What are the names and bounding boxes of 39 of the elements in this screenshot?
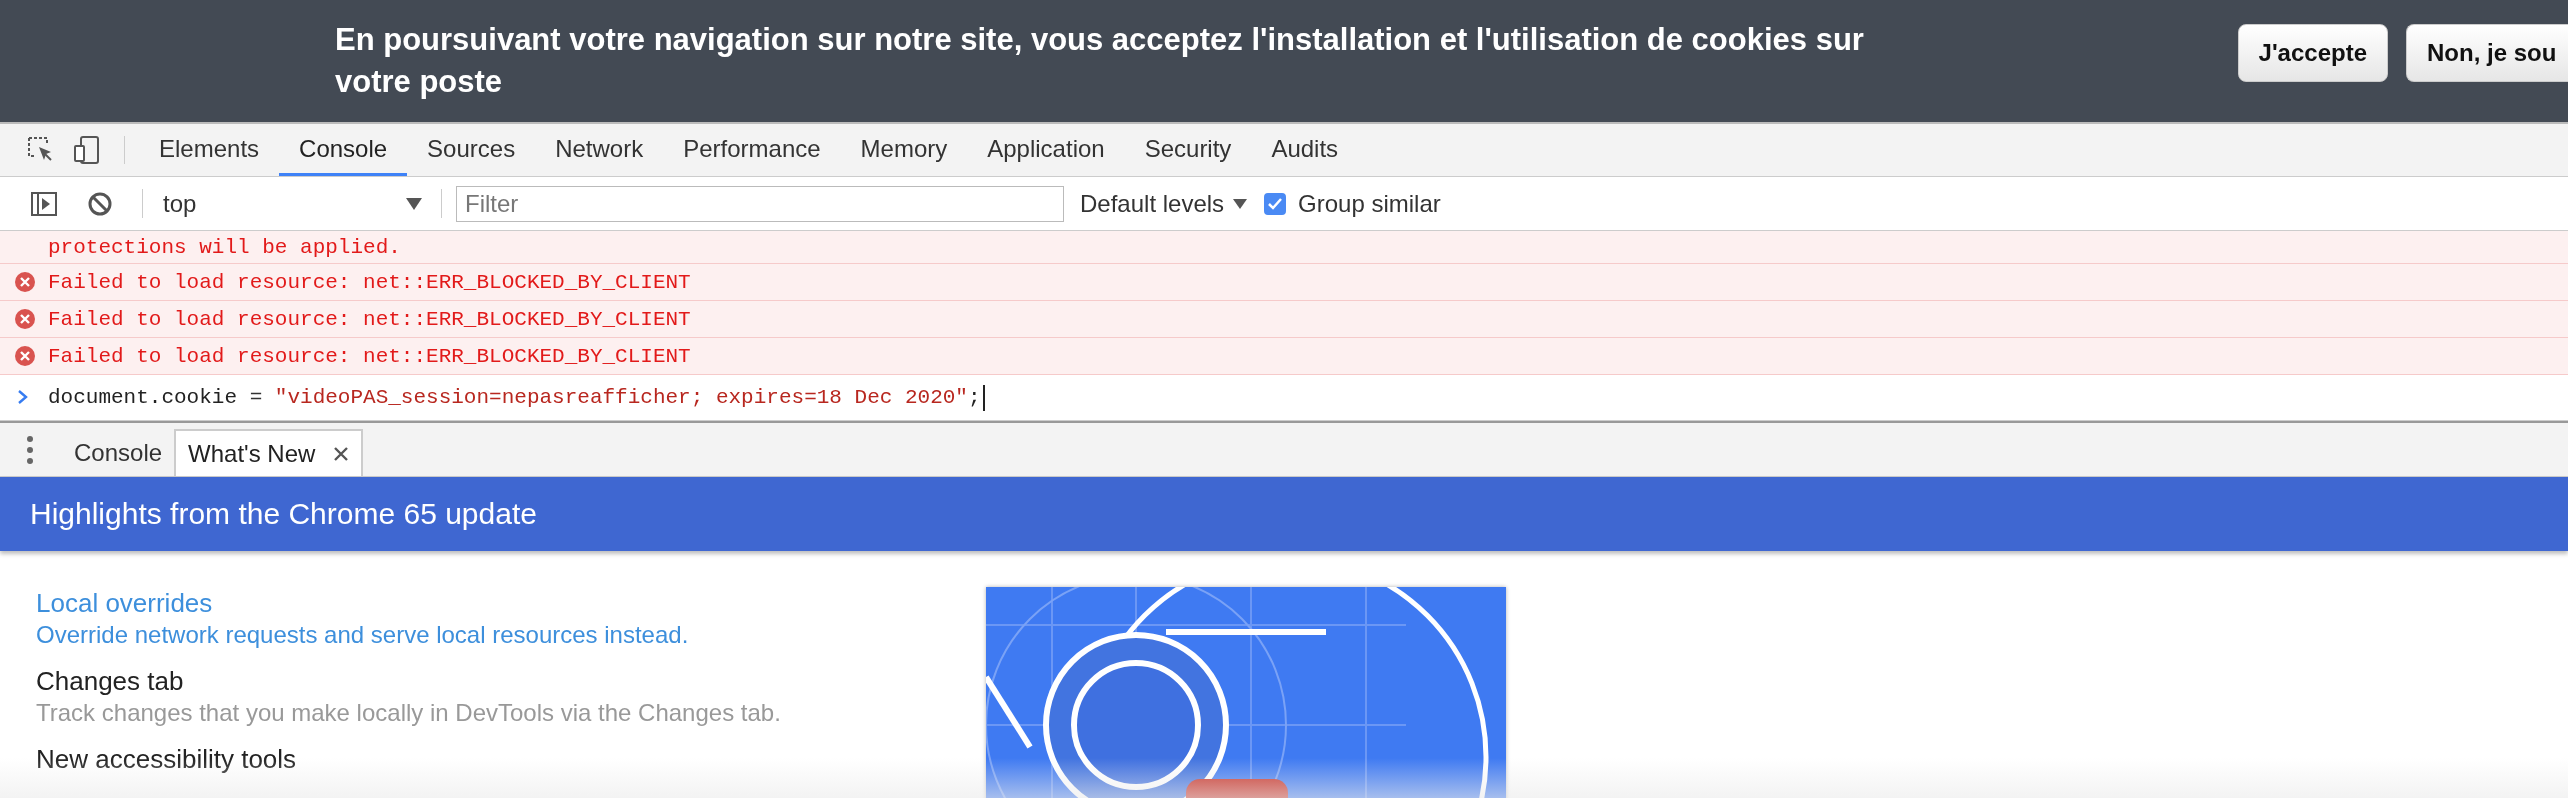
- accept-button[interactable]: J'accepte: [2237, 24, 2388, 82]
- error-icon: [15, 272, 35, 292]
- dropdown-arrow-icon: [1232, 197, 1249, 210]
- feature-description: Override network requests and serve local resources instead.: [36, 620, 690, 650]
- sidebar-toggle-icon[interactable]: [30, 189, 58, 218]
- more-options-icon[interactable]: [26, 434, 34, 465]
- panel-tab[interactable]: Application: [967, 124, 1125, 176]
- console-message: protections will be applied.: [48, 235, 401, 259]
- drawer-tab[interactable]: Console: [62, 429, 175, 476]
- panel-tab[interactable]: Network: [535, 124, 664, 176]
- cookie-message: En poursuivant votre navigation sur notre site, vous acceptez l'installation et l'utilisation de cookies sur votre poste: [335, 21, 1865, 101]
- header-title: Highlights from the Chrome 65 update: [30, 497, 537, 531]
- drawer-tab[interactable]: What's New: [174, 429, 364, 476]
- panel-tab[interactable]: Elements: [139, 124, 280, 176]
- filter-field[interactable]: Filter: [456, 185, 1064, 222]
- console-message: Failed to load resource: net::ERR_BLOCKED_BY_CLIENT: [48, 344, 691, 368]
- panel-tab[interactable]: Memory: [840, 124, 968, 176]
- decline-button[interactable]: Non, je sou: [2406, 24, 2568, 82]
- panel-tab[interactable]: Performance: [663, 124, 841, 176]
- feature-title[interactable]: New accessibility tools: [36, 743, 866, 775]
- console-message: Failed to load resource: net::ERR_BLOCKED_BY_CLIENT: [48, 307, 691, 331]
- error-icon: [15, 346, 35, 366]
- device-toolbar-icon[interactable]: [72, 135, 102, 165]
- group-similar-checkbox[interactable]: [1264, 192, 1287, 215]
- group-similar-label: Group similar: [1298, 189, 1441, 218]
- dropdown-arrow-icon: [405, 196, 423, 211]
- panel-tab[interactable]: Sources: [407, 124, 536, 176]
- error-icon: [15, 309, 35, 329]
- feature-title[interactable]: Changes tab: [36, 665, 866, 697]
- panel-tab[interactable]: Audits: [1251, 124, 1359, 176]
- console-message: Failed to load resource: net::ERR_BLOCKED_BY_CLIENT: [48, 270, 691, 294]
- console-input[interactable]: document.cookie = "videoPAS_session=nepasreafficher; expires=18 Dec 2020";: [48, 384, 985, 411]
- prompt-chevron-icon: [16, 388, 30, 406]
- close-icon[interactable]: [333, 445, 350, 462]
- context-dropdown[interactable]: top: [157, 189, 427, 218]
- feature-description: Track changes that you make locally in DevTools via the Changes tab.: [36, 698, 782, 728]
- panel-tab[interactable]: Console: [279, 124, 408, 176]
- panel-tab[interactable]: Security: [1124, 124, 1252, 176]
- context-label: top: [163, 189, 197, 218]
